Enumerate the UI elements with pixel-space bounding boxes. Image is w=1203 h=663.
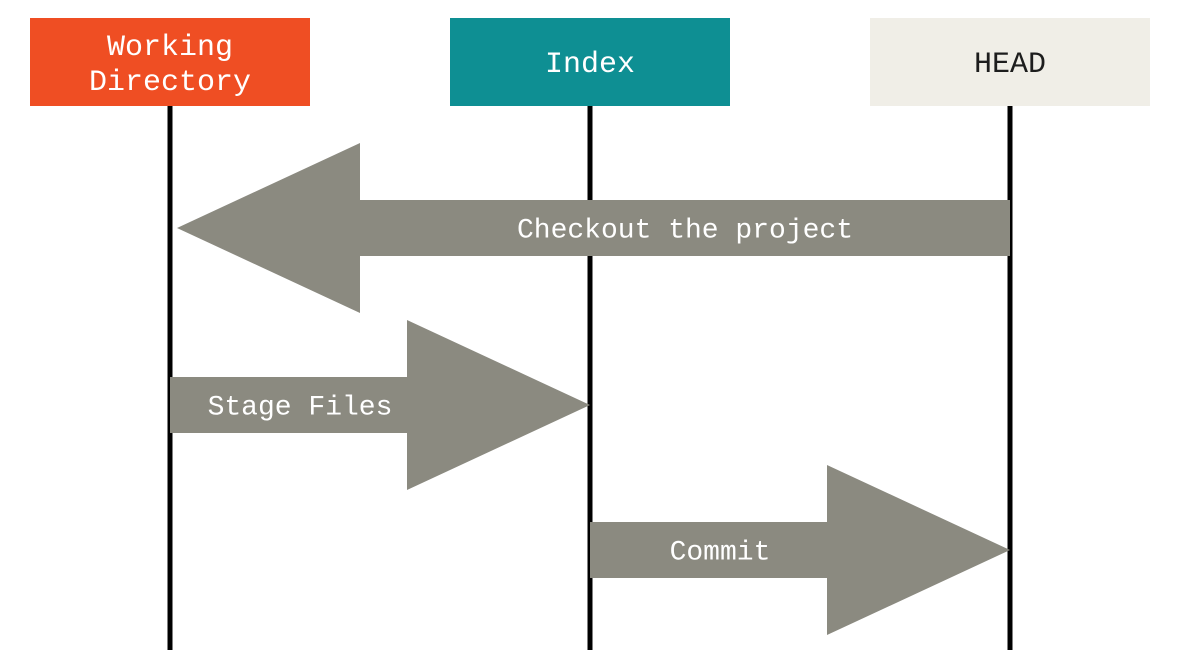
label-working-directory-1: Working [107, 31, 233, 65]
arrow-checkout: Checkout the project [177, 143, 1010, 313]
label-working-directory-2: Directory [89, 66, 251, 100]
git-three-trees-diagram: Working Directory Index HEAD Checkout th… [0, 0, 1203, 663]
label-commit: Commit [670, 537, 771, 568]
label-head: HEAD [974, 48, 1046, 82]
box-head: HEAD [870, 18, 1150, 106]
label-checkout: Checkout the project [517, 215, 853, 246]
arrow-stage: Stage Files [170, 320, 590, 490]
box-working-directory: Working Directory [30, 18, 310, 106]
label-stage: Stage Files [208, 392, 393, 423]
label-index: Index [545, 48, 635, 82]
arrow-commit: Commit [590, 465, 1010, 635]
box-index: Index [450, 18, 730, 106]
